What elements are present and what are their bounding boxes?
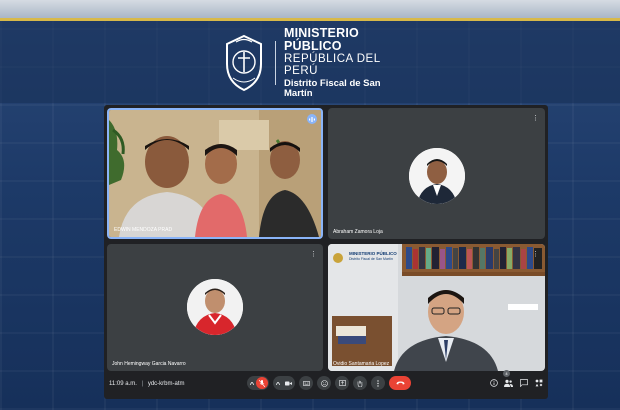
reactions-button[interactable] — [317, 376, 331, 390]
microphone-off-icon[interactable] — [256, 377, 268, 389]
meeting-control-bar: 11:09 a.m. | ydc-krbm-atm 4 — [104, 370, 548, 399]
more-options-icon[interactable]: ⋮ — [532, 114, 539, 122]
logo-separator — [275, 41, 276, 85]
more-options-icon[interactable]: ⋮ — [310, 250, 317, 258]
participants-count-badge: 4 — [503, 370, 510, 377]
participant-name: EDWIN MENDOZA PRAD — [114, 227, 173, 233]
meeting-time: 11:09 a.m. — [109, 381, 137, 387]
speaking-indicator-icon — [307, 114, 317, 124]
participant-tile-john[interactable]: ⋮ John Hemingway Garcia Navarro — [107, 244, 323, 371]
more-options-icon — [377, 379, 379, 387]
chevron-up-icon[interactable] — [250, 381, 254, 385]
meeting-info-separator: | — [141, 381, 144, 387]
hang-up-button[interactable] — [389, 376, 411, 390]
org-title: MINISTERIO PÚBLICO — [284, 25, 359, 53]
participant-video — [109, 110, 321, 237]
video-call-window: EDWIN MENDOZA PRAD ⋮ Abraham Zamora Loja — [104, 105, 548, 399]
participant-name: Ovidio Santamaria Lopez — [333, 361, 390, 367]
people-icon[interactable] — [504, 378, 513, 387]
present-button[interactable] — [335, 376, 349, 390]
more-options-button[interactable] — [371, 376, 385, 390]
side-panel-controls — [489, 378, 543, 387]
avatar — [409, 148, 465, 204]
hang-up-icon — [396, 381, 404, 385]
participant-name: John Hemingway Garcia Navarro — [112, 361, 186, 367]
participant-tile-abraham[interactable]: ⋮ Abraham Zamora Loja — [328, 108, 545, 239]
org-subtitle: REPÚBLICA DEL PERÚ — [284, 53, 381, 78]
activities-icon[interactable] — [534, 378, 543, 387]
logo-text: MINISTERIO PÚBLICO REPÚBLICA DEL PERÚ Di… — [284, 25, 406, 100]
background-logo-title: MINISTERIO PÚBLICO — [349, 251, 397, 256]
chevron-up-icon[interactable] — [276, 381, 280, 385]
participant-tile-ovidio[interactable]: MINISTERIO PÚBLICO Distrito Fiscal de Sa… — [328, 244, 545, 371]
participant-name: Abraham Zamora Loja — [333, 229, 383, 235]
avatar — [187, 279, 243, 335]
chat-icon[interactable] — [519, 378, 528, 387]
meeting-info: 11:09 a.m. | ydc-krbm-atm — [109, 381, 184, 387]
more-options-icon[interactable]: ⋮ — [532, 250, 539, 258]
emoji-icon — [320, 379, 328, 387]
raise-hand-button[interactable] — [353, 376, 367, 390]
ministerio-seal-icon — [226, 34, 262, 92]
participant-tile-edwin[interactable]: EDWIN MENDOZA PRAD — [107, 108, 323, 239]
captions-button[interactable] — [299, 376, 313, 390]
present-icon — [338, 380, 346, 386]
ministerio-logo: MINISTERIO PÚBLICO REPÚBLICA DEL PERÚ Di… — [221, 26, 406, 99]
district-name: Distrito Fiscal de San Martín — [284, 78, 381, 100]
info-icon[interactable] — [489, 378, 498, 387]
background-logo-subtitle: Distrito Fiscal de San Martín — [349, 257, 393, 261]
raise-hand-icon — [357, 380, 363, 387]
mic-control[interactable] — [247, 376, 269, 390]
camera-control[interactable] — [273, 376, 295, 390]
captions-icon — [302, 380, 310, 386]
camera-icon[interactable] — [285, 381, 292, 386]
meeting-code: ydc-krbm-atm — [147, 381, 185, 387]
participant-video — [328, 244, 545, 371]
top-strip — [0, 0, 620, 18]
call-controls — [247, 376, 411, 390]
